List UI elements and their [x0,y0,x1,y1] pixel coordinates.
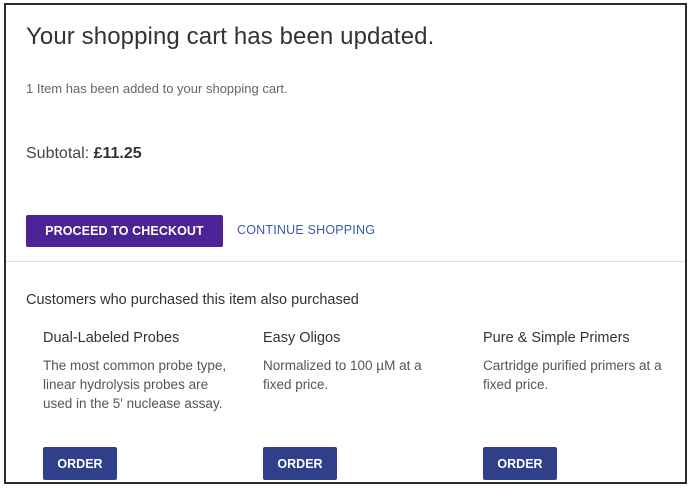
also-purchased-heading: Customers who purchased this item also p… [26,292,359,308]
proceed-to-checkout-button[interactable]: PROCEED TO CHECKOUT [26,215,223,247]
product-name[interactable]: Pure & Simple Primers [483,330,683,346]
product-description: The most common probe type, linear hydro… [43,358,227,411]
product-description: Cartridge purified primers at a fixed pr… [483,358,662,392]
order-button-pure-simple-primers[interactable]: ORDER [483,447,557,480]
order-button-dual-labeled-probes[interactable]: ORDER [43,447,117,480]
item-added-message: 1 Item has been added to your shopping c… [26,81,288,96]
section-divider [6,261,685,262]
product-name[interactable]: Easy Oligos [263,330,463,346]
subtotal-label: Subtotal: [26,145,90,162]
product-description: Normalized to 100 µM at a fixed price. [263,358,422,392]
subtotal-amount: £11.25 [93,145,142,162]
subtotal: Subtotal: £11.25 [26,145,142,163]
product-name[interactable]: Dual-Labeled Probes [43,330,243,346]
product-card-pure-simple-primers: Pure & Simple Primers Cartridge purified… [483,330,683,394]
dialog-title: Your shopping cart has been updated. [26,23,435,50]
product-card-easy-oligos: Easy Oligos Normalized to 100 µM at a fi… [263,330,463,394]
cart-updated-dialog: Your shopping cart has been updated. 1 I… [4,3,687,484]
product-card-dual-labeled-probes: Dual-Labeled Probes The most common prob… [43,330,243,413]
continue-shopping-link[interactable]: CONTINUE SHOPPING [237,223,375,237]
order-button-easy-oligos[interactable]: ORDER [263,447,337,480]
